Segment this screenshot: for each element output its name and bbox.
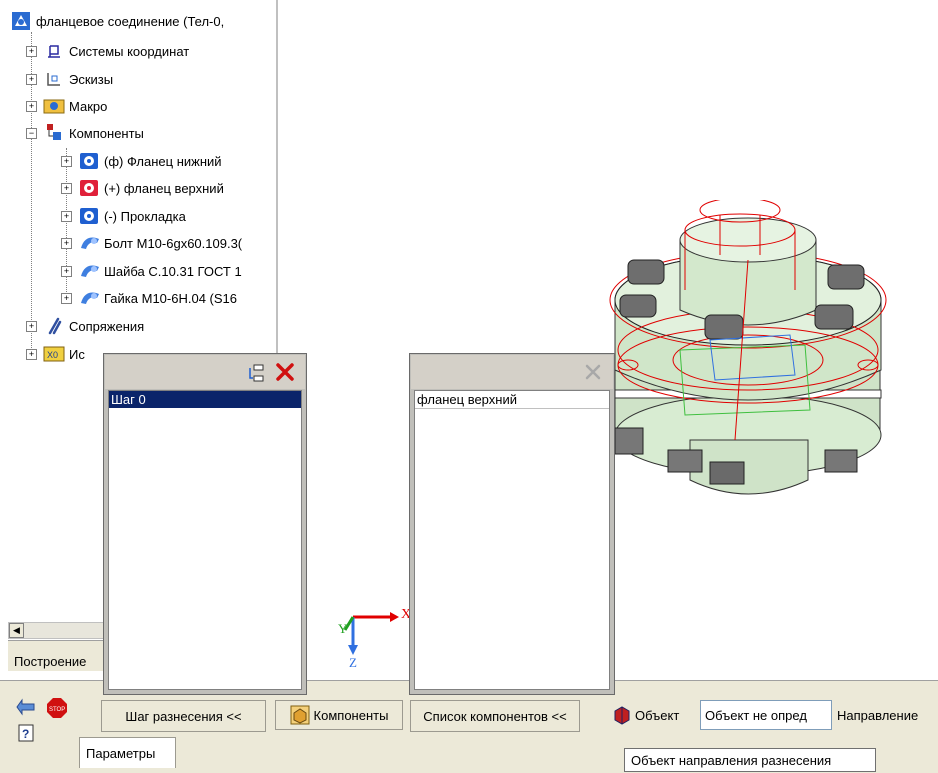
components-icon: [43, 124, 65, 142]
standard-part-icon: [78, 289, 100, 307]
expand-icon[interactable]: +: [26, 320, 37, 332]
object-value-field[interactable]: Объект не опред: [700, 700, 832, 730]
delete-disabled-icon[interactable]: [583, 362, 603, 385]
object-value-text: Объект не опред: [705, 707, 807, 723]
tooltip-text: Объект направления разнесения: [631, 752, 832, 768]
list-item[interactable]: фланец верхний: [415, 391, 609, 409]
standard-part-icon: [78, 234, 100, 252]
tree-item-washer[interactable]: + Шайба С.10.31 ГОСТ 1: [61, 260, 242, 282]
expand-icon[interactable]: +: [26, 348, 37, 360]
tree-item-label: (+) фланец верхний: [104, 180, 224, 196]
expand-icon[interactable]: +: [61, 237, 72, 249]
tree-item-macro[interactable]: + Макро: [26, 95, 107, 117]
variables-icon: X0: [43, 345, 65, 363]
tab-build-label: Построение: [14, 654, 87, 669]
coordinate-system-icon: [43, 42, 65, 60]
panel-header: [411, 355, 613, 389]
object-cube-icon: [612, 705, 632, 725]
assembly-icon: [10, 12, 32, 30]
delete-icon[interactable]: [275, 362, 295, 385]
model-3d-view[interactable]: [560, 200, 938, 520]
tree-item-label: Сопряжения: [69, 318, 145, 334]
direction-label-text: Направление: [837, 707, 919, 723]
scroll-left-arrow-icon[interactable]: ◀: [9, 623, 24, 638]
tab-parameters[interactable]: Параметры: [79, 737, 176, 768]
help-icon[interactable]: ?: [18, 724, 34, 745]
back-arrow-icon[interactable]: [16, 698, 38, 721]
tree-item-gasket[interactable]: + (-) Прокладка: [61, 205, 186, 227]
tree-item-label: Эскизы: [69, 71, 114, 87]
tree-item-nut[interactable]: + Гайка М10-6Н.04 (S16: [61, 287, 237, 309]
tree-item-coordinate-systems[interactable]: + Системы координат: [26, 40, 189, 62]
tree-item-variables[interactable]: + X0 Ис: [26, 343, 85, 365]
panel-header: [105, 355, 305, 389]
component-list-label: Список компонентов <<: [423, 708, 567, 724]
tree-item-label: Шайба С.10.31 ГОСТ 1: [104, 263, 242, 279]
macro-icon: [43, 97, 65, 115]
components-list[interactable]: фланец верхний: [414, 390, 610, 690]
expand-icon[interactable]: +: [61, 292, 72, 304]
part-blue-icon: [78, 152, 100, 170]
axis-z-label: Z: [349, 655, 357, 670]
collapse-icon[interactable]: −: [26, 127, 37, 139]
tree-item-mates[interactable]: + Сопряжения: [26, 315, 144, 337]
svg-text:STOP: STOP: [49, 707, 65, 713]
tree-item-label: (ф) Фланец нижний: [104, 153, 222, 169]
direction-label[interactable]: Направление: [837, 700, 918, 730]
list-item[interactable]: Шаг 0: [109, 391, 301, 408]
tree-item-lower-flange[interactable]: + (ф) Фланец нижний: [61, 150, 222, 172]
step-explosion-button[interactable]: Шаг разнесения <<: [101, 700, 266, 732]
expand-icon[interactable]: +: [26, 73, 37, 85]
expand-icon[interactable]: +: [61, 265, 72, 277]
expand-icon[interactable]: +: [61, 182, 72, 194]
part-red-icon: [78, 179, 100, 197]
explosion-steps-panel: Шаг 0: [103, 353, 307, 695]
component-list-button[interactable]: Список компонентов <<: [410, 700, 580, 732]
part-blue-icon: [78, 207, 100, 225]
sketch-icon: [43, 70, 65, 88]
object-button-label: Объект: [635, 707, 680, 723]
tree-item-label: Компоненты: [69, 125, 144, 141]
tree-item-sketches[interactable]: + Эскизы: [26, 68, 113, 90]
standard-part-icon: [78, 262, 100, 280]
tree-item-label: Болт М10-6gx60.109.3(: [104, 235, 243, 251]
tree-item-label: Системы координат: [69, 43, 190, 59]
object-button[interactable]: Объект: [612, 700, 679, 730]
expand-icon[interactable]: +: [26, 45, 37, 57]
components-button-label: Компоненты: [313, 707, 389, 723]
tab-parameters-label: Параметры: [86, 746, 156, 761]
svg-text:?: ?: [22, 727, 29, 741]
components-button[interactable]: Компоненты: [275, 700, 403, 730]
expand-icon[interactable]: +: [61, 155, 72, 167]
component-list-panel: фланец верхний: [409, 353, 615, 695]
tree-item-label: Макро: [69, 98, 108, 114]
expand-icon[interactable]: +: [61, 210, 72, 222]
tree-root[interactable]: фланцевое соединение (Тел-0,: [10, 10, 224, 32]
tree-item-label: Гайка М10-6Н.04 (S16: [104, 290, 237, 306]
svg-text:X0: X0: [47, 350, 58, 360]
tree-item-bolt[interactable]: + Болт М10-6gx60.109.3(: [61, 232, 242, 254]
tree-item-label: Ис: [69, 346, 85, 362]
tree-root-label: фланцевое соединение (Тел-0,: [36, 13, 225, 29]
step-explosion-label: Шаг разнесения <<: [125, 708, 242, 724]
mates-icon: [43, 317, 65, 335]
tree-item-components[interactable]: − Компоненты: [26, 122, 144, 144]
component-box-icon: [290, 705, 310, 725]
tree-item-upper-flange[interactable]: + (+) фланец верхний: [61, 177, 224, 199]
axis-y-label: Y: [338, 621, 348, 636]
tree-item-label: (-) Прокладка: [104, 208, 186, 224]
add-step-icon[interactable]: [247, 364, 265, 385]
expand-icon[interactable]: +: [26, 100, 37, 112]
steps-list[interactable]: Шаг 0: [108, 390, 302, 690]
stop-icon[interactable]: STOP: [46, 697, 68, 722]
tooltip: Объект направления разнесения: [624, 748, 876, 772]
